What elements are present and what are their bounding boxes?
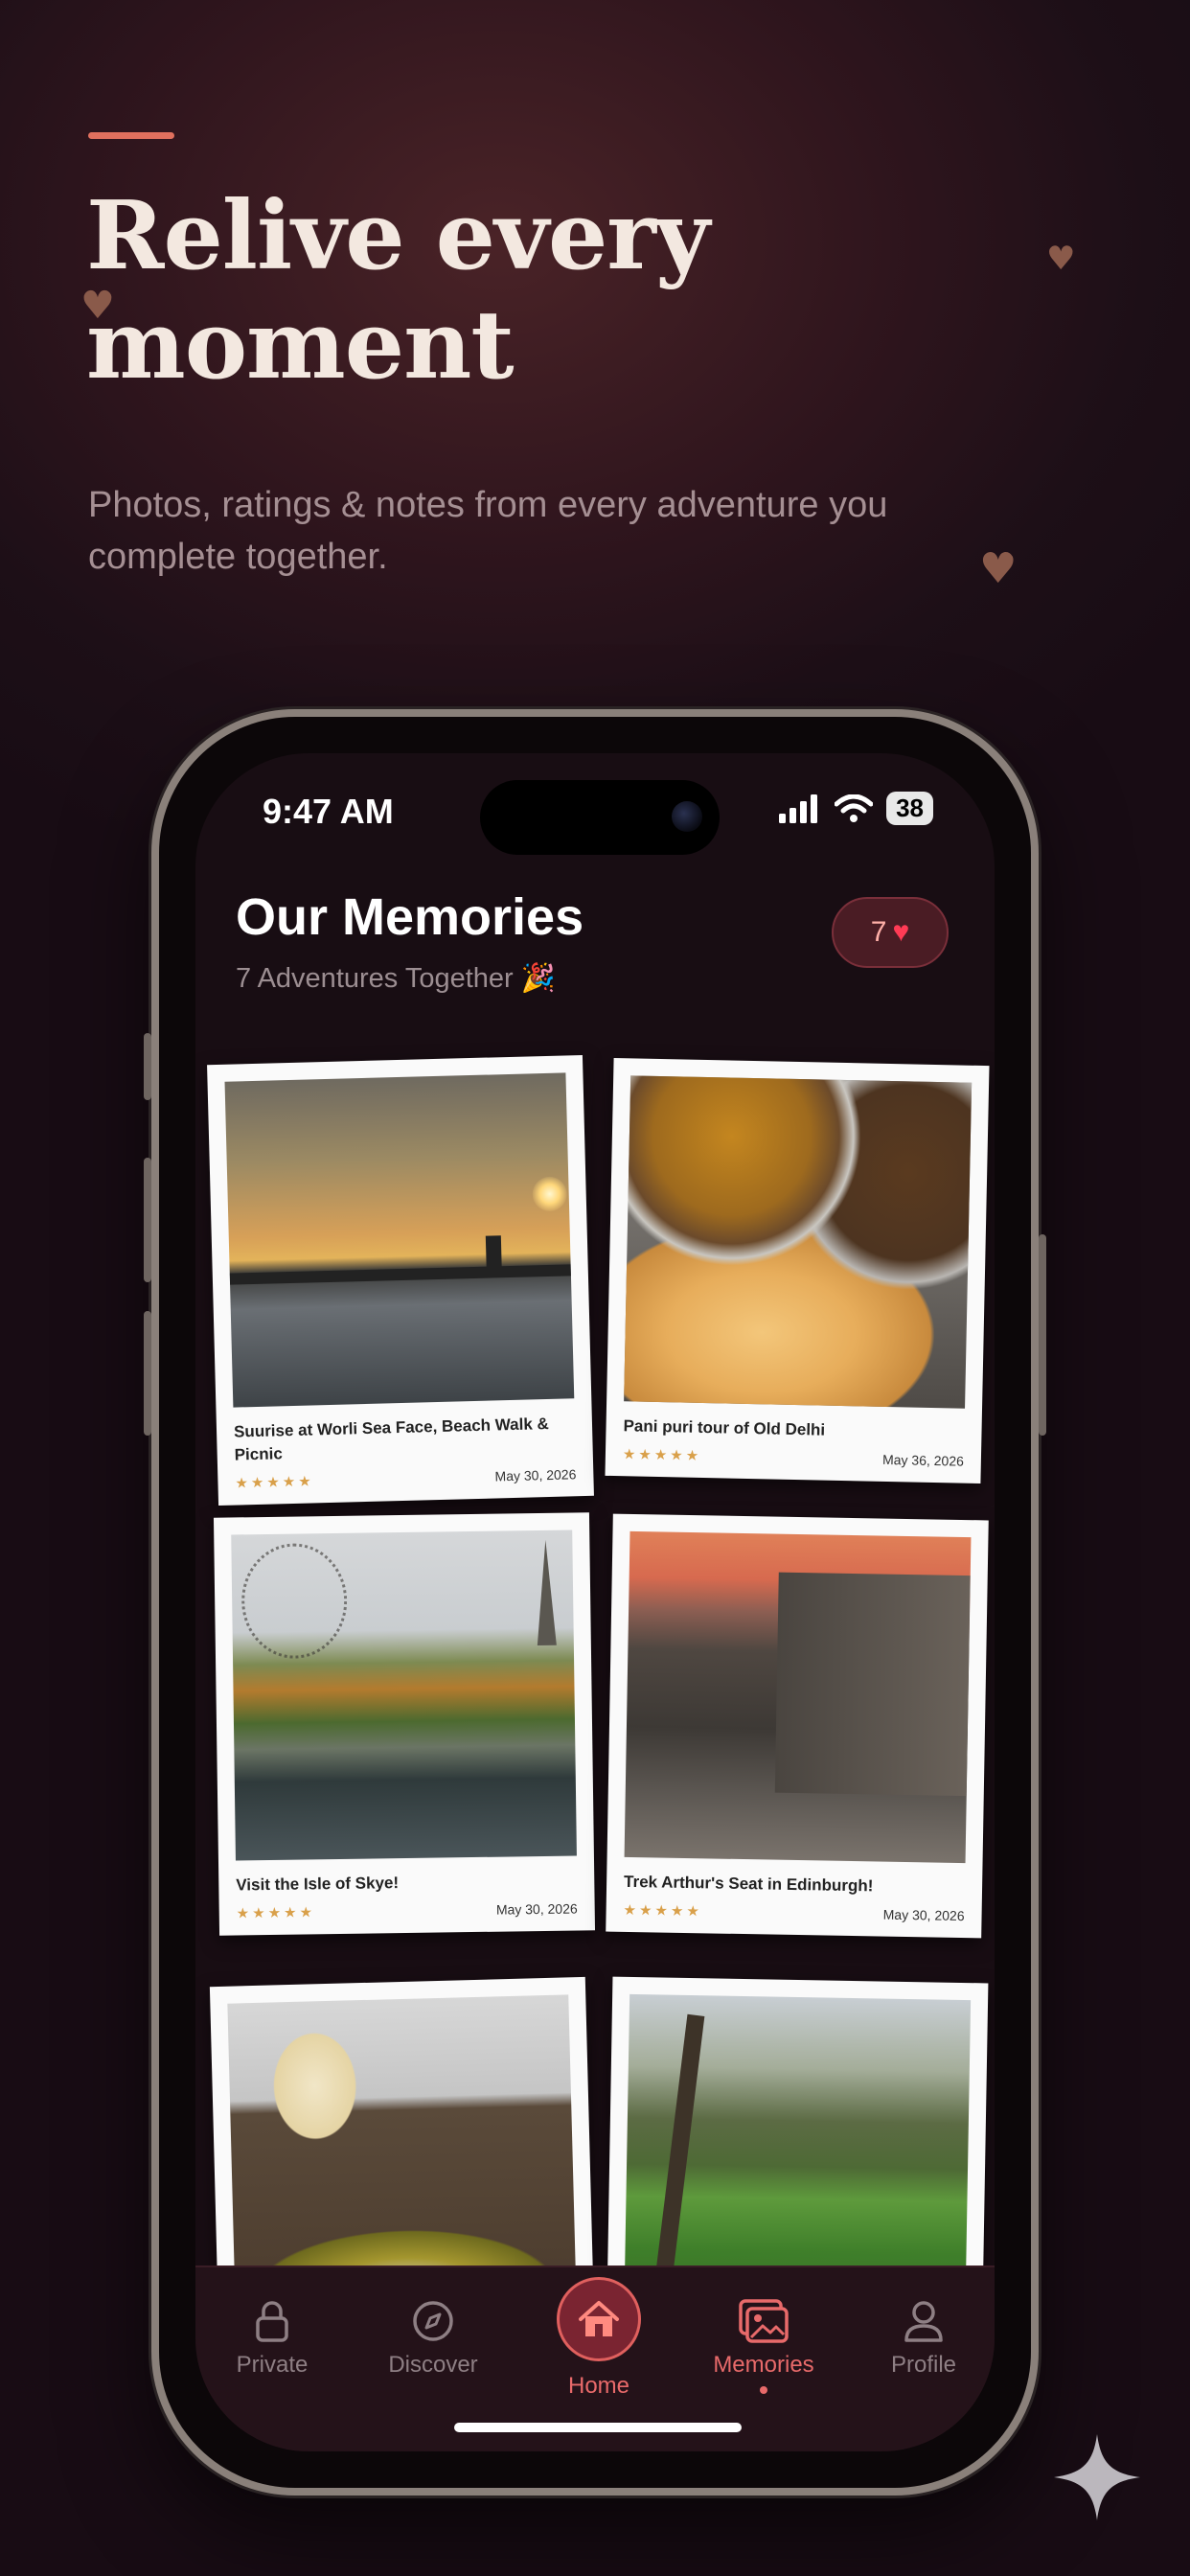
memory-photo — [227, 1994, 578, 2266]
active-indicator — [760, 2386, 767, 2394]
memory-photo — [624, 1993, 972, 2266]
memory-card[interactable] — [209, 1976, 596, 2266]
person-icon — [904, 2301, 943, 2342]
heart-icon: ♥ — [979, 544, 1018, 593]
photo-detail — [532, 1176, 568, 1212]
side-button — [1039, 1234, 1046, 1436]
memory-date: May 36, 2026 — [881, 1451, 965, 1469]
tab-private[interactable]: Private — [200, 2296, 344, 2379]
photo-detail — [229, 1264, 571, 1285]
memory-card[interactable] — [606, 1976, 989, 2266]
home-indicator[interactable] — [454, 2423, 742, 2432]
accent-bar — [88, 132, 174, 139]
home-icon — [579, 2301, 619, 2336]
memory-caption: Suurise at Worli Sea Face, Beach Walk & … — [233, 1414, 550, 1464]
memory-photo — [624, 1530, 972, 1864]
photo-detail — [240, 1542, 349, 1660]
battery-indicator: 38 — [886, 792, 933, 825]
compass-icon — [413, 2301, 453, 2341]
side-button — [144, 1311, 151, 1436]
phone-screen: 9:47 AM 38 Our Memories 7 Adventures Tog… — [195, 753, 995, 2451]
memory-card[interactable]: Visit the Isle of Skye! ★★★★★ May 30, 20… — [213, 1512, 596, 1936]
signal-icon — [779, 794, 818, 823]
memory-card[interactable]: Trek Arthur's Seat in Edinburgh! ★★★★★ M… — [606, 1513, 989, 1939]
photo-detail — [654, 2013, 705, 2266]
memories-count-badge[interactable]: 7 ♥ — [832, 897, 949, 968]
memory-card[interactable]: Suurise at Worli Sea Face, Beach Walk & … — [207, 1054, 594, 1506]
star-rating: ★★★★★ — [623, 1900, 703, 1920]
hero-headline: Relive every moment — [86, 181, 710, 401]
star-rating: ★★★★★ — [236, 1903, 316, 1922]
tab-label: Private — [236, 2352, 309, 2378]
heart-icon: ♥ — [1046, 240, 1076, 278]
tab-label: Memories — [713, 2352, 814, 2378]
hero-subtitle: Photos, ratings & notes from every adven… — [88, 485, 888, 577]
memory-date: May 30, 2026 — [882, 1906, 965, 1924]
status-icons: 38 — [779, 792, 933, 825]
count-value: 7 — [870, 916, 887, 948]
heart-icon: ♥ — [892, 916, 910, 948]
memories-grid: Suurise at Worli Sea Face, Beach Walk & … — [195, 1041, 995, 2266]
memory-photo — [624, 1075, 973, 1409]
memory-photo — [224, 1072, 575, 1408]
tab-label: Home — [567, 2373, 630, 2399]
tab-profile[interactable]: Profile — [852, 2296, 995, 2379]
side-button — [144, 1158, 151, 1282]
star-rating: ★★★★★ — [622, 1445, 702, 1464]
photo-detail — [485, 1235, 502, 1275]
memory-date: May 30, 2026 — [494, 1466, 577, 1484]
memory-caption: Pani puri tour of Old Delhi — [623, 1416, 826, 1439]
side-button — [144, 1033, 151, 1100]
dynamic-island — [480, 780, 720, 855]
phone-frame: 9:47 AM 38 Our Memories 7 Adventures Tog… — [144, 709, 1046, 2496]
tab-discover[interactable]: Discover — [361, 2296, 505, 2379]
photo-detail — [536, 1539, 557, 1646]
tab-memories[interactable]: Memories — [692, 2296, 835, 2394]
tab-label: Discover — [388, 2352, 478, 2378]
memory-photo — [231, 1530, 577, 1861]
memory-caption: Visit the Isle of Skye! — [236, 1874, 400, 1895]
photo-detail — [774, 1572, 971, 1797]
page-title: Our Memories — [236, 888, 584, 946]
lock-icon — [256, 2301, 288, 2342]
status-time: 9:47 AM — [263, 792, 394, 831]
tab-label: Profile — [890, 2352, 957, 2378]
tab-home[interactable] — [557, 2277, 641, 2361]
photos-icon — [739, 2299, 789, 2343]
camera-icon — [672, 801, 702, 832]
status-bar: 9:47 AM 38 — [195, 780, 995, 855]
heart-icon: ♥ — [80, 284, 115, 328]
memory-caption: Trek Arthur's Seat in Edinburgh! — [623, 1872, 874, 1896]
memory-card[interactable]: Pani puri tour of Old Delhi ★★★★★ May 36… — [605, 1057, 990, 1484]
star-rating: ★★★★★ — [235, 1472, 314, 1492]
wifi-icon — [835, 794, 874, 822]
adventure-count-text: 7 Adventures Together 🎉 — [236, 963, 556, 994]
sparkle-icon — [1054, 2434, 1140, 2520]
memory-date: May 30, 2026 — [495, 1900, 578, 1918]
